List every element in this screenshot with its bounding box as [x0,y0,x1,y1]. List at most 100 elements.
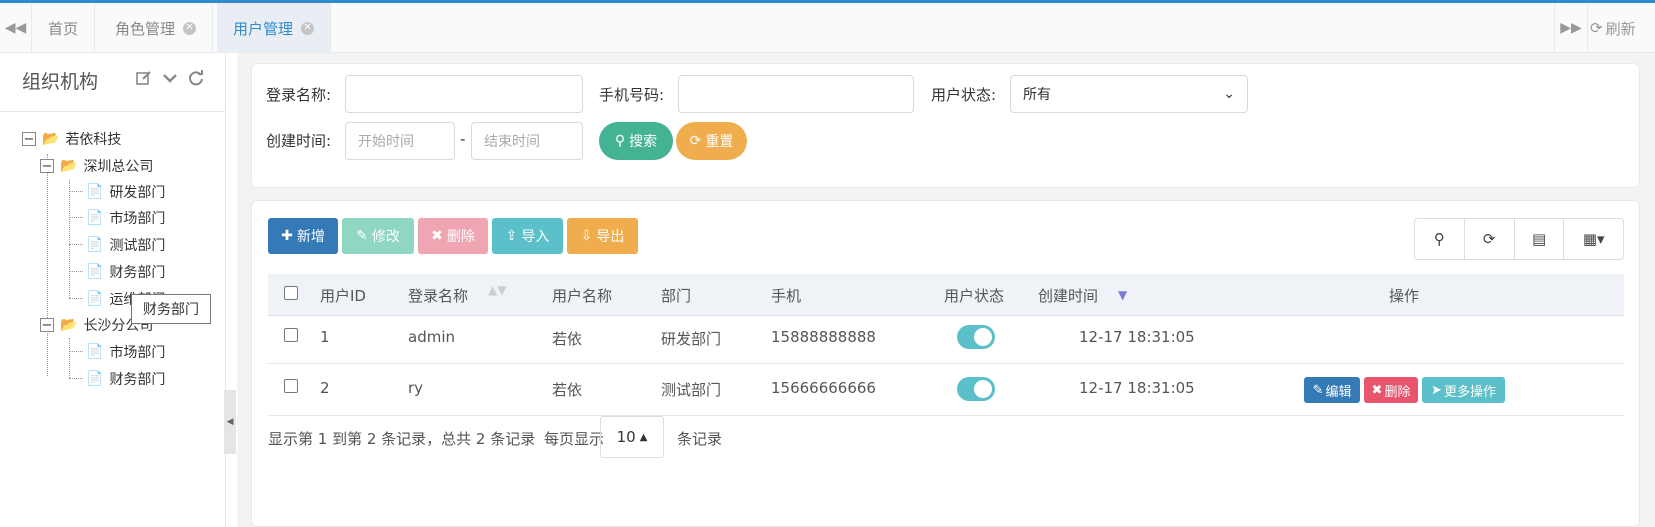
search-button[interactable]: ⚲ 搜索 [599,122,673,160]
status-toggle[interactable] [957,325,995,349]
edit-button[interactable]: ✎ 修改 [342,218,414,254]
plus-icon: ✚ [281,228,293,244]
page-size-select[interactable]: 10 ▲ [600,416,664,458]
edit-icon[interactable] [135,69,153,87]
user-list-panel: ✚ 新增 ✎ 修改 ✖ 删除 ⇪ 导入 ⇩ 导出 ⚲ ⟳ ▤ ▦▾ 用户ID 登… [251,200,1640,527]
double-chevron-right-icon: ▶▶ [1560,20,1582,36]
tab-home[interactable]: 首页 [32,3,96,53]
end-time-input[interactable]: 结束时间 [471,122,583,160]
refresh-button[interactable]: ⟳ [1465,219,1515,259]
collapse-toggle-icon[interactable]: − [40,318,54,332]
cell-user-id: 1 [320,328,330,346]
close-icon[interactable]: ✕ [301,21,315,35]
refresh-icon[interactable] [187,69,205,87]
pager-summary: 显示第 1 到第 2 条记录，总共 2 条记录 [268,430,536,448]
tab-label: 用户管理 [233,19,294,38]
row-delete-button[interactable]: ✖ 删除 [1364,377,1418,403]
search-toggle-button[interactable]: ⚲ [1415,219,1465,259]
created-time-label: 创建时间: [266,132,332,150]
refresh-icon: ⟳ [1590,19,1603,37]
phone-label: 手机号码: [599,86,665,104]
select-all-checkbox[interactable] [284,286,298,300]
cell-user-name: 若依 [552,330,583,348]
cell-phone: 15666666666 [771,379,876,397]
status-toggle[interactable] [957,377,995,401]
tree-node-dept[interactable]: 📄 财务部门 [86,369,165,389]
col-header-dept: 部门 [661,287,692,305]
add-button[interactable]: ✚ 新增 [268,218,338,254]
table-tools: ⚲ ⟳ ▤ ▦▾ [1414,218,1624,260]
export-button[interactable]: ⇩ 导出 [567,218,638,254]
caret-left-icon: ◀ [226,417,234,427]
tree-node-dept[interactable]: 📄 测试部门 [86,235,165,255]
row-more-label: 更多操作 [1443,384,1496,400]
row-edit-label: 编辑 [1325,384,1352,400]
folder-open-icon: 📂 [60,158,78,174]
tree-node-dept[interactable]: 📄 财务部门 [86,262,165,282]
delete-button-label: 删除 [446,229,475,245]
refresh-icon: ⟳ [689,133,702,149]
tab-role-management[interactable]: 角色管理 ✕ [99,3,214,53]
tree-node-dept[interactable]: 📄 市场部门 [86,342,165,362]
refresh-label: 刷新 [1605,19,1636,38]
row-more-button[interactable]: ➤ 更多操作 [1422,377,1505,403]
tree-node-label: 财务部门 [109,265,166,281]
start-time-input[interactable]: 开始时间 [345,122,455,160]
tree-line [69,338,70,378]
columns-button[interactable]: ▦▾ [1564,219,1623,259]
search-icon: ⚲ [1433,230,1445,248]
tab-scroll-right-button[interactable]: ▶▶ [1554,3,1588,53]
edit-icon: ✎ [356,228,368,244]
tab-scroll-left-button[interactable]: ◀◀ [0,3,32,53]
chevron-down-icon: ⌄ [1223,86,1235,102]
folder-open-icon: 📂 [60,317,78,333]
x-icon: ✖ [1371,382,1383,398]
tree-line [47,154,48,376]
pager-per-page-prefix: 每页显示 [544,430,605,448]
toggle-view-button[interactable]: ▤ [1515,219,1565,259]
tree-node-root[interactable]: − 📂 若依科技 [22,129,121,149]
tree-node-shenzhen[interactable]: − 📂 深圳总公司 [40,156,153,176]
tree-line [69,378,83,379]
tree-node-dept[interactable]: 📄 研发部门 [86,182,165,202]
col-header-login-name[interactable]: 登录名称 [408,285,468,306]
phone-input[interactable] [678,75,914,113]
refresh-tab-button[interactable]: ⟳ 刷新 [1590,3,1636,53]
sort-desc-icon[interactable]: ▼ [1118,288,1127,302]
file-icon: 📄 [86,184,104,200]
tab-label: 角色管理 [115,19,176,38]
close-icon[interactable]: ✕ [183,21,197,35]
tab-user-management[interactable]: 用户管理 ✕ [217,3,332,53]
file-icon: 📄 [86,371,104,387]
row-edit-button[interactable]: ✎ 编辑 [1304,377,1360,403]
login-name-label: 登录名称: [266,86,332,104]
collapse-toggle-icon[interactable]: − [22,132,36,146]
collapse-toggle-icon[interactable]: − [40,159,54,173]
download-icon: ⇩ [580,228,593,244]
org-sidebar: 组织机构 − 📂 若依科技 − 📂 深圳总公司 📄 研发部门 📄 市场部门 📄 … [0,53,226,527]
delete-button[interactable]: ✖ 删除 [418,218,488,254]
chevron-down-icon[interactable] [161,69,179,87]
row-checkbox[interactable] [284,328,298,342]
user-status-select[interactable]: 所有 ⌄ [1010,75,1248,113]
tree-line [69,191,83,192]
col-header-created[interactable]: 创建时间 [1038,285,1098,306]
tree-node-label: 测试部门 [109,238,166,254]
col-header-user-id[interactable]: 用户ID [320,285,366,306]
double-chevron-left-icon: ◀◀ [4,20,27,36]
reset-button[interactable]: ⟳ 重置 [676,122,747,160]
tab-bar: ◀◀ 首页 角色管理 ✕ 用户管理 ✕ ▶▶ ⟳ 刷新 [0,3,1655,53]
tree-line [69,298,83,299]
import-button-label: 导入 [521,229,550,245]
login-name-input[interactable] [345,75,583,113]
tree-node-dept[interactable]: 📄 市场部门 [86,208,165,228]
file-icon: 📄 [86,344,104,360]
select-value: 所有 [1023,87,1051,103]
tree-node-label: 深圳总公司 [83,159,154,175]
row-checkbox[interactable] [284,379,298,393]
sort-icon[interactable]: ▲▼ [488,283,506,297]
sidebar-collapse-handle[interactable]: ◀ [224,390,236,454]
import-button[interactable]: ⇪ 导入 [492,218,563,254]
cell-login-name: admin [408,328,455,346]
folder-open-icon: 📂 [42,131,60,147]
